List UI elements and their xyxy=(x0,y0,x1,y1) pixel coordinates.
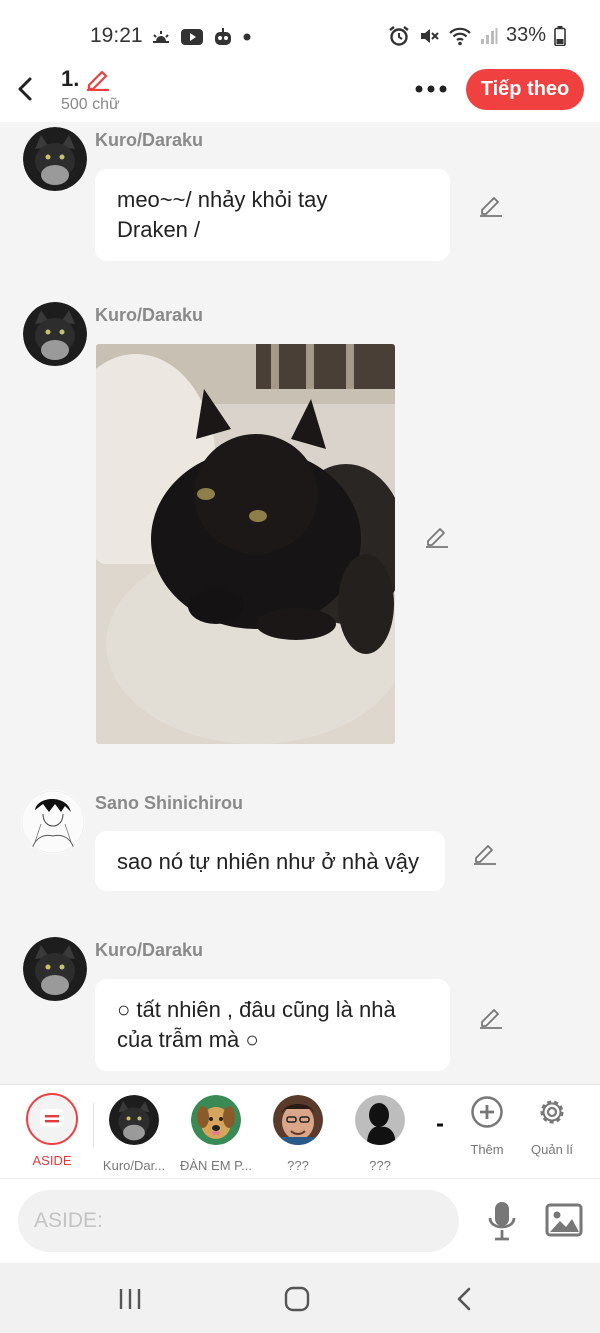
battery-percent: 33% xyxy=(505,24,546,46)
add-character-button[interactable]: Thêm xyxy=(457,1095,517,1157)
pencil-icon[interactable] xyxy=(424,523,450,549)
avatar-kuro[interactable] xyxy=(23,937,87,1001)
sender-name: Kuro/Daraku xyxy=(95,940,204,960)
character-unknown-2[interactable]: ??? xyxy=(340,1095,420,1173)
home-icon[interactable] xyxy=(282,1285,312,1313)
pencil-icon[interactable] xyxy=(472,840,498,866)
pencil-icon[interactable] xyxy=(85,65,111,91)
character-bar: ASIDE Kuro/Dar... ĐÀN EM P... ??? ??? Th… xyxy=(0,1084,600,1178)
aside-input[interactable] xyxy=(18,1190,459,1252)
editor-header: 1. 500 chữ Tiếp theo xyxy=(0,62,600,122)
avatar xyxy=(355,1095,405,1145)
wifi-icon xyxy=(449,27,471,45)
message-list[interactable]: Kuro/Daraku meo~~/ nhảy khỏi tay Draken … xyxy=(0,122,600,1084)
next-button[interactable]: Tiếp theo xyxy=(466,69,584,110)
character-unknown-1[interactable]: ??? xyxy=(258,1095,338,1173)
chat-icon xyxy=(40,1109,64,1127)
recent-apps-icon[interactable] xyxy=(115,1285,145,1313)
dot-icon xyxy=(243,33,251,41)
avatar-sano[interactable] xyxy=(21,790,85,854)
character-dan-em[interactable]: ĐÀN EM P... xyxy=(176,1095,256,1173)
message-line: của trẫm mà ○ xyxy=(117,1027,259,1052)
sunrise-icon xyxy=(153,31,169,43)
aside-tab[interactable] xyxy=(26,1093,78,1145)
gear-icon xyxy=(540,1100,564,1124)
message-line: sao nó tự nhiên như ở nhà vậy xyxy=(117,849,419,874)
aside-tab-label: ASIDE xyxy=(32,1153,72,1168)
status-time: 19:21 xyxy=(90,24,143,47)
bot-icon xyxy=(215,28,231,45)
character-name: ??? xyxy=(287,1158,309,1173)
message-bubble[interactable]: sao nó tự nhiên như ở nhà vậy xyxy=(95,831,445,891)
system-nav-bar xyxy=(0,1263,600,1333)
avatar xyxy=(273,1095,323,1145)
sender-name: Kuro/Daraku xyxy=(95,305,204,325)
plus-circle-icon xyxy=(471,1096,503,1128)
avatar xyxy=(191,1095,241,1145)
manage-label: Quản lí xyxy=(531,1142,573,1157)
sender-name: Kuro/Daraku xyxy=(95,130,204,150)
message-image[interactable] xyxy=(96,344,395,744)
sender-name: Sano Shinichirou xyxy=(95,793,244,813)
microphone-icon[interactable] xyxy=(485,1200,519,1242)
status-left-icons xyxy=(150,27,252,47)
input-bar xyxy=(0,1178,600,1263)
message-bubble[interactable]: ○ tất nhiên , đâu cũng là nhà của trẫm m… xyxy=(95,979,450,1071)
back-icon[interactable] xyxy=(450,1285,480,1313)
mute-icon xyxy=(420,28,439,43)
status-right-icons: 33% xyxy=(388,24,566,47)
word-count: 500 chữ xyxy=(61,96,120,113)
message-bubble[interactable]: meo~~/ nhảy khỏi tay Draken / xyxy=(95,169,450,261)
status-bar: 19:21 33% xyxy=(0,0,600,62)
youtube-icon xyxy=(181,29,203,45)
battery-icon xyxy=(554,25,566,46)
image-icon[interactable] xyxy=(545,1202,583,1238)
message-line: Draken / xyxy=(117,217,201,242)
add-label: Thêm xyxy=(470,1142,504,1157)
character-name: ĐÀN EM P... xyxy=(179,1158,252,1173)
pencil-icon[interactable] xyxy=(478,1004,504,1030)
avatar xyxy=(109,1095,159,1145)
character-kuro[interactable]: Kuro/Dar... xyxy=(94,1095,174,1173)
manage-button[interactable]: Quản lí xyxy=(522,1095,582,1157)
message-line: meo~~/ nhảy khỏi tay xyxy=(117,187,328,212)
back-arrow-icon[interactable] xyxy=(14,74,36,104)
character-name: Kuro/Dar... xyxy=(102,1158,166,1173)
avatar-kuro[interactable] xyxy=(23,302,87,366)
avatar-kuro[interactable] xyxy=(23,127,87,191)
signal-icon xyxy=(480,27,498,44)
character-partial[interactable] xyxy=(437,1095,443,1165)
character-name: ??? xyxy=(369,1158,391,1173)
chapter-number: 1. xyxy=(61,66,80,91)
alarm-icon xyxy=(389,25,409,46)
more-icon[interactable] xyxy=(414,84,448,94)
pencil-icon[interactable] xyxy=(478,192,504,218)
message-line: ○ tất nhiên , đâu cũng là nhà xyxy=(117,997,396,1022)
